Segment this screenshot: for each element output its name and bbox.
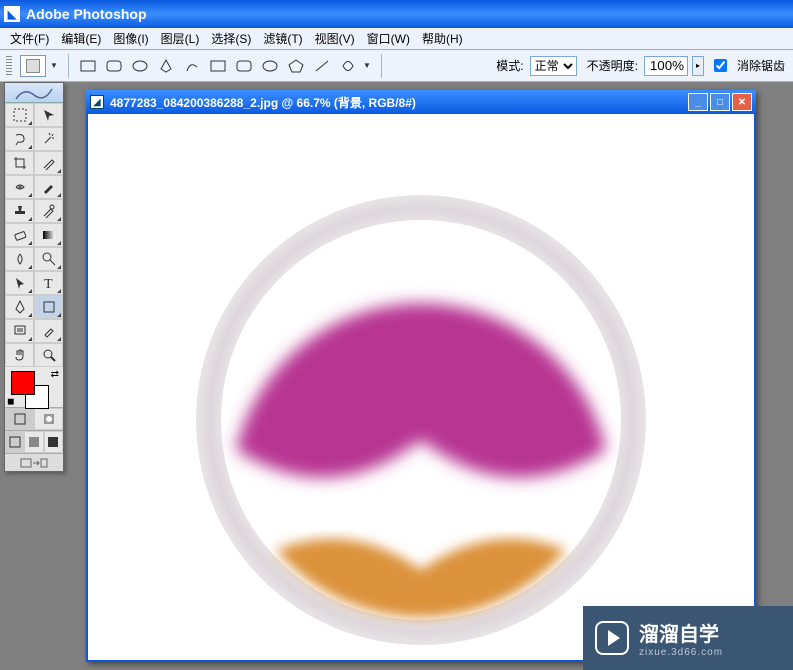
antialias-checkbox[interactable]	[714, 59, 727, 72]
shape-custom-icon[interactable]	[337, 55, 359, 77]
tool-hand[interactable]	[5, 343, 34, 367]
watermark: 溜溜自学 zixue.3d66.com	[583, 606, 793, 670]
quickmask-mode-icon[interactable]	[34, 408, 63, 430]
tool-preset-picker[interactable]	[20, 55, 46, 77]
opacity-label: 不透明度:	[587, 57, 638, 74]
document-titlebar[interactable]: ◢ 4877283_084200386288_2.jpg @ 66.7% (背景…	[86, 90, 756, 114]
optionsbar-grip[interactable]	[6, 56, 12, 76]
app-icon: ◣	[4, 6, 20, 22]
toolbox-header[interactable]	[5, 83, 63, 103]
toolbox: T ⇄ ◼	[4, 82, 64, 472]
tool-lasso[interactable]	[5, 127, 34, 151]
maximize-button[interactable]: □	[710, 93, 730, 111]
tool-history-brush[interactable]	[34, 199, 63, 223]
standard-mode-icon[interactable]	[5, 408, 34, 430]
close-button[interactable]: ✕	[732, 93, 752, 111]
svg-text:T: T	[44, 277, 53, 291]
tool-gradient[interactable]	[34, 223, 63, 247]
tool-marquee[interactable]	[5, 103, 34, 127]
tool-blur[interactable]	[5, 247, 34, 271]
foreground-color[interactable]	[11, 371, 35, 395]
separator	[381, 54, 382, 78]
watermark-name: 溜溜自学	[639, 618, 723, 647]
shape-freeform-pen-icon[interactable]	[181, 55, 203, 77]
separator	[68, 54, 69, 78]
shape-rectangle-icon[interactable]	[77, 55, 99, 77]
menu-help[interactable]: 帮助(H)	[416, 28, 469, 49]
menu-layer[interactable]: 图层(L)	[155, 28, 206, 49]
tool-stamp[interactable]	[5, 199, 34, 223]
canvas-artwork	[181, 180, 661, 660]
menubar: 文件(F) 编辑(E) 图像(I) 图层(L) 选择(S) 滤镜(T) 视图(V…	[0, 28, 793, 50]
tool-crop[interactable]	[5, 151, 34, 175]
tool-shape[interactable]	[34, 295, 63, 319]
document-title: 4877283_084200386288_2.jpg @ 66.7% (背景, …	[110, 94, 686, 111]
antialias-label: 消除锯齿	[737, 57, 785, 74]
screen-standard-icon[interactable]	[5, 431, 24, 453]
app-titlebar: ◣ Adobe Photoshop	[0, 0, 793, 28]
edit-modes	[5, 407, 63, 430]
shape-pen-icon[interactable]	[155, 55, 177, 77]
shape-rounded-rect-icon[interactable]	[103, 55, 125, 77]
watermark-url: zixue.3d66.com	[639, 647, 723, 658]
menu-window[interactable]: 窗口(W)	[361, 28, 416, 49]
menu-select[interactable]: 选择(S)	[205, 28, 257, 49]
tool-type[interactable]: T	[34, 271, 63, 295]
screen-modes	[5, 430, 63, 453]
tool-preset-dropdown-icon[interactable]: ▼	[50, 61, 60, 70]
mode-label: 模式:	[496, 57, 523, 74]
options-bar: ▼ ▼ 模式: 正常 不透明度: ▸ 消除锯齿	[0, 50, 793, 82]
shape-polygon-icon[interactable]	[285, 55, 307, 77]
screen-full-menubar-icon[interactable]	[24, 431, 43, 453]
swap-colors-icon[interactable]: ⇄	[51, 369, 59, 380]
tool-move[interactable]	[34, 103, 63, 127]
tool-eraser[interactable]	[5, 223, 34, 247]
tool-slice[interactable]	[34, 151, 63, 175]
tool-eyedropper[interactable]	[34, 319, 63, 343]
minimize-button[interactable]: _	[688, 93, 708, 111]
shape-rect2-icon[interactable]	[207, 55, 229, 77]
menu-image[interactable]: 图像(I)	[107, 28, 154, 49]
document-icon: ◢	[90, 95, 104, 109]
tool-path-select[interactable]	[5, 271, 34, 295]
tool-brush[interactable]	[34, 175, 63, 199]
menu-view[interactable]: 视图(V)	[309, 28, 361, 49]
default-colors-icon[interactable]: ◼	[7, 396, 14, 407]
shape-ellipse2-icon[interactable]	[259, 55, 281, 77]
tool-pen[interactable]	[5, 295, 34, 319]
opacity-input[interactable]	[644, 56, 688, 76]
tool-dodge[interactable]	[34, 247, 63, 271]
mode-select[interactable]: 正常	[530, 56, 577, 76]
menu-file[interactable]: 文件(F)	[4, 28, 55, 49]
shape-options-dropdown-icon[interactable]: ▼	[363, 61, 373, 70]
play-icon	[595, 621, 629, 655]
document-canvas[interactable]	[86, 114, 756, 662]
color-swatches: ⇄ ◼	[5, 367, 63, 407]
app-title: Adobe Photoshop	[26, 6, 147, 22]
shape-ellipse-icon[interactable]	[129, 55, 151, 77]
tool-zoom[interactable]	[34, 343, 63, 367]
tool-healing[interactable]	[5, 175, 34, 199]
workspace: T ⇄ ◼ ◢ 4877283_08	[0, 82, 793, 670]
shape-line-icon[interactable]	[311, 55, 333, 77]
screen-full-icon[interactable]	[44, 431, 63, 453]
document-window: ◢ 4877283_084200386288_2.jpg @ 66.7% (背景…	[86, 90, 756, 662]
shape-rounded2-icon[interactable]	[233, 55, 255, 77]
jump-to-imageready[interactable]	[5, 453, 63, 471]
tool-notes[interactable]	[5, 319, 34, 343]
menu-edit[interactable]: 编辑(E)	[55, 28, 107, 49]
opacity-arrow-icon[interactable]: ▸	[692, 56, 704, 76]
menu-filter[interactable]: 滤镜(T)	[257, 28, 308, 49]
tool-wand[interactable]	[34, 127, 63, 151]
